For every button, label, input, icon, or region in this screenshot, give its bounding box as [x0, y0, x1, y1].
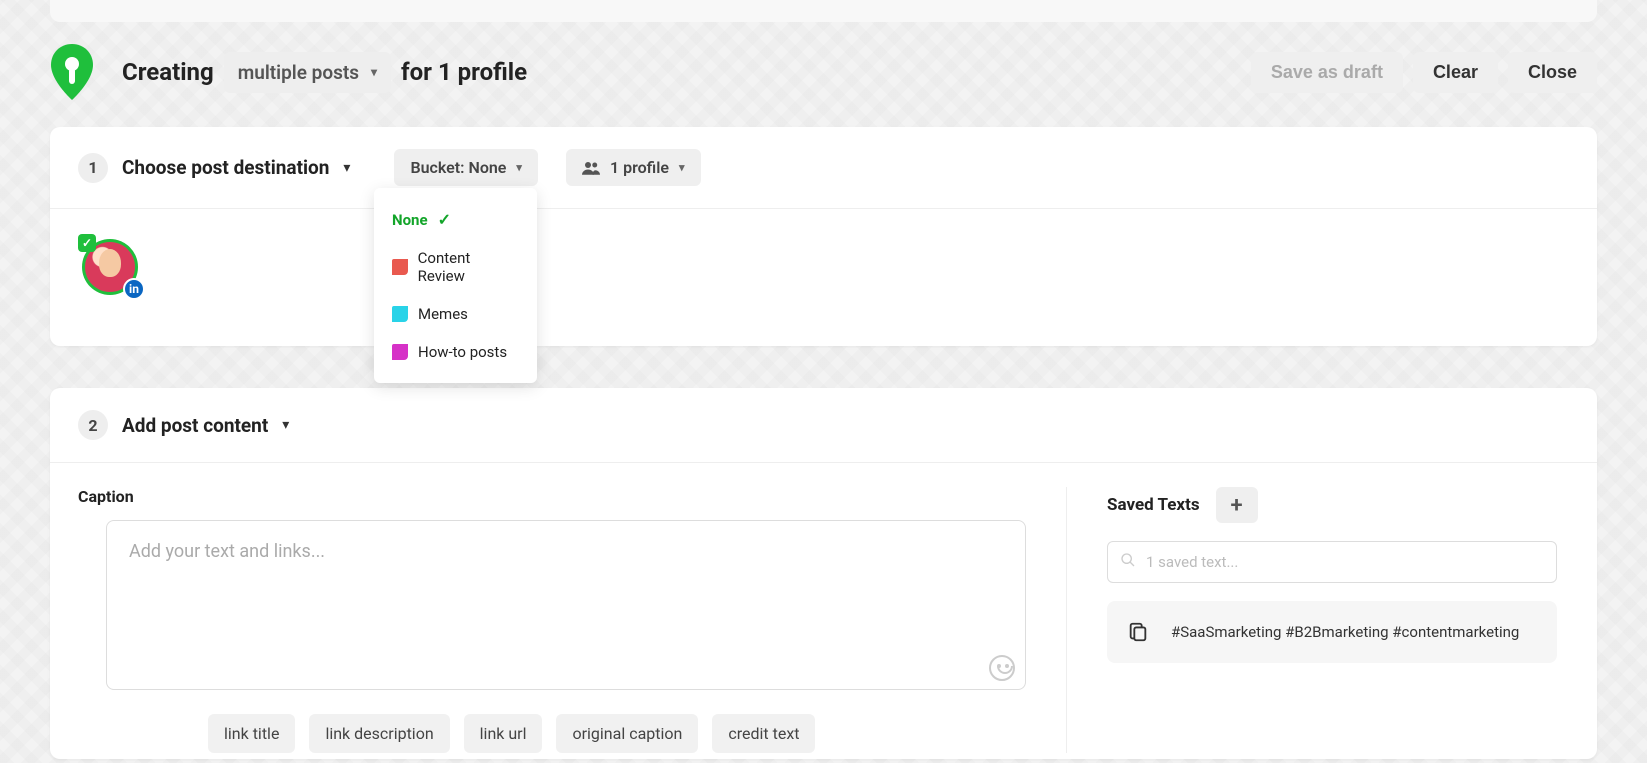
saved-text-item[interactable]: #SaaSmarketing #B2Bmarketing #contentmar…: [1107, 601, 1557, 663]
step1-card: 1 Choose post destination ▾ Bucket: None…: [50, 127, 1597, 346]
chip-link-description[interactable]: link description: [309, 714, 449, 753]
bucket-option-memes[interactable]: Memes: [374, 295, 537, 333]
brand-logo: [50, 44, 94, 100]
creating-label: Creating: [122, 58, 214, 86]
check-icon: ✓: [438, 210, 451, 229]
for-profile-label: for 1 profile: [401, 58, 527, 86]
copy-icon[interactable]: [1127, 621, 1149, 643]
bucket-item-label: Content Review: [418, 249, 519, 285]
bucket-item-label: Memes: [418, 305, 468, 323]
post-type-label: multiple posts: [238, 61, 359, 84]
tag-icon: [392, 259, 408, 275]
header-title-group: Creating multiple posts ▾ for 1 profile: [122, 52, 527, 93]
tag-icon: [392, 344, 408, 360]
profile-row: ✓ in: [50, 209, 1597, 346]
search-icon: [1120, 552, 1136, 572]
bucket-option-none[interactable]: None ✓: [374, 200, 537, 239]
step1-number: 1: [78, 153, 108, 183]
chip-link-title[interactable]: link title: [208, 714, 295, 753]
page-header: Creating multiple posts ▾ for 1 profile …: [50, 42, 1597, 102]
step1-title: Choose post destination: [122, 156, 329, 179]
bucket-option-howto[interactable]: How-to posts: [374, 333, 537, 371]
step2-body: Caption link title link description link…: [50, 463, 1597, 753]
saved-text-search-input[interactable]: [1146, 553, 1544, 571]
emoji-picker-icon[interactable]: [989, 655, 1015, 681]
saved-text-search[interactable]: [1107, 541, 1557, 583]
step2-card: 2 Add post content ▾ Caption link title …: [50, 388, 1597, 759]
close-button[interactable]: Close: [1508, 52, 1597, 93]
chevron-down-icon[interactable]: ▾: [282, 417, 289, 433]
caret-down-icon: ▾: [679, 161, 685, 174]
saved-text-content: #SaaSmarketing #B2Bmarketing #contentmar…: [1171, 623, 1519, 641]
people-icon: [582, 161, 600, 175]
step2-header: 2 Add post content ▾: [50, 388, 1597, 462]
bucket-item-label: How-to posts: [418, 343, 507, 361]
saved-texts-title: Saved Texts: [1107, 495, 1200, 515]
post-type-dropdown[interactable]: multiple posts ▾: [224, 52, 391, 93]
step2-number: 2: [78, 410, 108, 440]
clear-button[interactable]: Clear: [1413, 52, 1498, 93]
caret-down-icon: ▾: [371, 65, 377, 79]
caption-textarea[interactable]: [107, 521, 1025, 671]
caption-section: Caption link title link description link…: [50, 487, 1067, 753]
selected-check-icon: ✓: [78, 234, 96, 252]
linkedin-badge-icon: in: [123, 278, 145, 300]
caption-chips: link title link description link url ori…: [208, 714, 1026, 753]
bucket-none-label: None: [392, 211, 428, 229]
chip-original-caption[interactable]: original caption: [556, 714, 698, 753]
profile-selector[interactable]: 1 profile ▾: [566, 149, 701, 186]
caption-label: Caption: [78, 487, 1026, 506]
chip-link-url[interactable]: link url: [464, 714, 543, 753]
caret-down-icon: ▾: [516, 161, 522, 174]
profile-avatar[interactable]: ✓ in: [82, 239, 138, 295]
top-spacer: [50, 0, 1597, 22]
saved-texts-section: Saved Texts + #SaaSmarketing #B2Bmarketi…: [1067, 487, 1597, 753]
step2-title: Add post content: [122, 414, 268, 437]
bucket-dropdown-menu: None ✓ Content Review Memes How-to posts: [374, 188, 537, 383]
bucket-selector[interactable]: Bucket: None ▾: [394, 149, 538, 186]
add-saved-text-button[interactable]: +: [1216, 487, 1258, 523]
caption-box: [106, 520, 1026, 690]
bucket-option-content-review[interactable]: Content Review: [374, 239, 537, 295]
tag-icon: [392, 306, 408, 322]
save-draft-button[interactable]: Save as draft: [1251, 52, 1403, 93]
step1-header: 1 Choose post destination ▾ Bucket: None…: [50, 127, 1597, 208]
profile-count-label: 1 profile: [610, 158, 669, 177]
chip-credit-text[interactable]: credit text: [712, 714, 815, 753]
bucket-label: Bucket: None: [410, 158, 506, 177]
chevron-down-icon[interactable]: ▾: [343, 160, 350, 176]
